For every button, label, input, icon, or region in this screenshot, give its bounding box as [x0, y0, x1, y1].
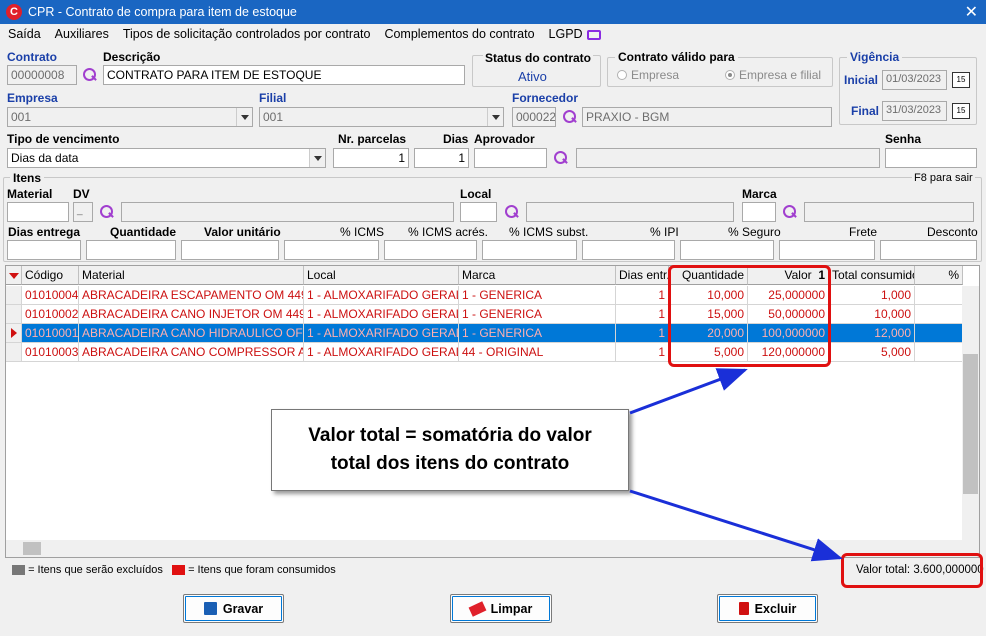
annotation-arrows [629, 368, 843, 562]
arrow-to-total [629, 489, 843, 562]
arrow-to-values [629, 368, 748, 415]
